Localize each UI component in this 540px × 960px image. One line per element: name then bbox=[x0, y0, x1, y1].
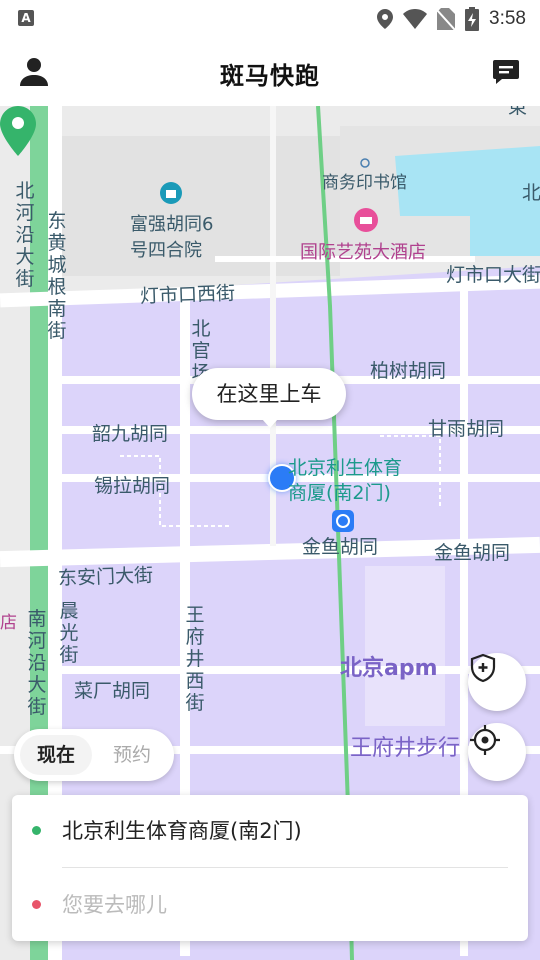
divider bbox=[62, 867, 508, 868]
tab-now[interactable]: 现在 bbox=[20, 735, 92, 775]
poi-label: 北京apm bbox=[340, 656, 438, 681]
metro-icon bbox=[332, 510, 354, 532]
street-label: 東 bbox=[508, 106, 528, 118]
street-label: 灯市口西街 bbox=[139, 282, 236, 308]
street-label: 甘雨胡同 bbox=[428, 418, 505, 440]
street-label: 菜厂胡同 bbox=[74, 680, 151, 702]
street-label: 韶九胡同 bbox=[92, 423, 169, 445]
building-icon bbox=[360, 158, 370, 168]
poi-label: 店 bbox=[0, 613, 17, 633]
street-label: 王府井步行 bbox=[350, 736, 461, 761]
locate-button[interactable] bbox=[468, 723, 526, 781]
pickup-bubble[interactable]: 在这里上车 bbox=[192, 368, 346, 428]
hotel-icon bbox=[354, 208, 378, 232]
clock: 3:58 bbox=[489, 8, 526, 29]
shield-plus-icon bbox=[470, 653, 496, 683]
safety-button[interactable] bbox=[468, 653, 526, 711]
app-header: 斑马快跑 bbox=[0, 38, 540, 106]
no-sim-icon bbox=[437, 8, 456, 30]
destination-dot bbox=[32, 900, 41, 909]
street-label: 东安门大街 bbox=[57, 564, 154, 590]
street-label: 灯市口大街 bbox=[446, 264, 540, 286]
pickup-address: 北京利生体育商厦(南2门) bbox=[62, 819, 302, 843]
poi-label: 富强胡同6号四合院 bbox=[130, 214, 214, 261]
street-label: 南河沿大街 bbox=[27, 608, 47, 718]
pickup-dot bbox=[32, 826, 41, 835]
wifi-icon bbox=[403, 9, 428, 29]
tab-reserve[interactable]: 预约 bbox=[96, 735, 168, 775]
locate-icon bbox=[470, 725, 500, 755]
street-label: 北 bbox=[522, 182, 540, 204]
page-title: 斑马快跑 bbox=[220, 62, 320, 90]
pickup-location-label: 北京利生体育商厦(南2门) bbox=[288, 457, 403, 504]
destination-row[interactable]: 您要去哪儿 bbox=[12, 869, 528, 939]
street-label: 北河沿大街 bbox=[15, 180, 35, 290]
street-label: 金鱼胡同 bbox=[434, 542, 511, 564]
messages-button[interactable] bbox=[492, 58, 522, 88]
street-label: 柏树胡同 bbox=[370, 360, 447, 382]
street-label: 锡拉胡同 bbox=[94, 475, 171, 497]
ride-mode-tabs: 现在 预约 bbox=[14, 729, 174, 781]
poi-label: 商务印书馆 bbox=[322, 173, 407, 193]
address-card: 北京利生体育商厦(南2门) 您要去哪儿 bbox=[12, 795, 528, 941]
location-icon bbox=[377, 9, 394, 29]
hotel-icon bbox=[160, 182, 182, 204]
street-label: 晨光街 bbox=[59, 600, 79, 666]
street-label: 王府井西街 bbox=[185, 604, 205, 714]
street-label: 东黄城根南街 bbox=[47, 210, 67, 342]
destination-input[interactable]: 您要去哪儿 bbox=[62, 889, 167, 919]
battery-charging-icon bbox=[465, 7, 480, 31]
status-bar: A 3:58 bbox=[0, 0, 540, 38]
pickup-row[interactable]: 北京利生体育商厦(南2门) bbox=[12, 795, 528, 865]
pickup-pin-icon[interactable] bbox=[0, 106, 36, 156]
street-label: 金鱼胡同 bbox=[302, 536, 379, 558]
message-icon bbox=[493, 60, 519, 84]
notification-icon: A bbox=[18, 10, 34, 26]
status-icons: 3:58 bbox=[377, 6, 526, 32]
poi-label: 国际艺苑大酒店 bbox=[300, 242, 426, 263]
